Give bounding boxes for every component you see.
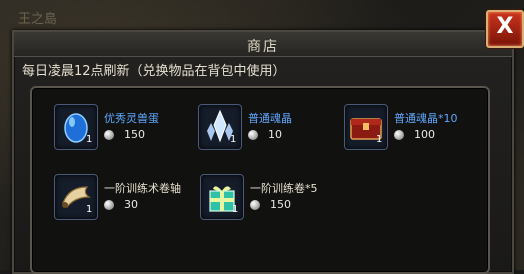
item-name: 一阶训练术卷轴 (104, 182, 181, 195)
background-title: 王之島 (18, 12, 58, 27)
item-price: 30 (124, 198, 138, 211)
item-price: 150 (270, 198, 291, 211)
item-quantity: 1 (230, 134, 237, 145)
item-name: 普通魂晶 (248, 112, 292, 125)
item-quantity: 1 (86, 134, 93, 145)
shop-item-soul-crystal-10[interactable]: 1 普通魂晶*10 100 (344, 104, 480, 152)
shop-item-soul-crystal[interactable]: 1 普通魂晶 10 (198, 104, 326, 152)
item-quantity: 1 (86, 204, 93, 215)
silver-coin-icon (248, 130, 258, 140)
silver-coin-icon (104, 130, 114, 140)
item-price: 100 (414, 128, 435, 141)
item-grid-panel: 1 优秀灵兽蛋 150 1 普通魂晶 10 1 普通魂晶*10 100 1 一阶… (30, 86, 490, 274)
close-button[interactable]: X (486, 10, 524, 48)
item-name: 一阶训练卷*5 (250, 182, 318, 195)
item-name: 普通魂晶*10 (394, 112, 458, 125)
item-price: 150 (124, 128, 145, 141)
silver-coin-icon (250, 200, 260, 210)
shop-title: 商店 (247, 39, 279, 55)
refresh-notice: 每日凌晨12点刷新（兑换物品在背包中使用） (22, 64, 286, 79)
shop-title-bar: 商店 (14, 32, 512, 57)
item-name: 优秀灵兽蛋 (104, 112, 159, 125)
item-quantity: 1 (376, 134, 383, 145)
shop-item-training-scroll[interactable]: 1 一阶训练术卷轴 30 (54, 174, 194, 222)
shop-item-training-scroll-5[interactable]: 1 一阶训练卷*5 150 (200, 174, 340, 222)
item-quantity: 1 (232, 204, 239, 215)
shop-item-egg[interactable]: 1 优秀灵兽蛋 150 (54, 104, 182, 152)
silver-coin-icon (394, 130, 404, 140)
item-price: 10 (268, 128, 282, 141)
silver-coin-icon (104, 200, 114, 210)
